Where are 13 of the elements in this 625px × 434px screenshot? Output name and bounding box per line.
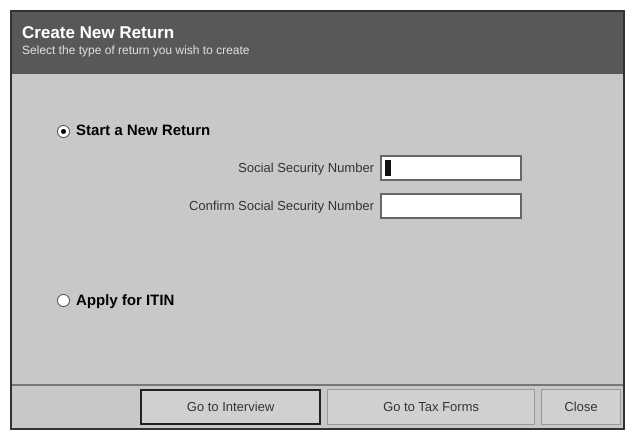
window-title: Create New Return [22,24,176,41]
input-field[interactable] [380,154,522,180]
dialog-button[interactable]: Go to Tax Forms [327,389,535,425]
input-field[interactable] [380,192,522,218]
radio-button[interactable] [57,124,70,138]
window-subtitle: Select the type of return you wish to create [22,44,250,56]
radio-option[interactable]: Apply for ITIN [57,290,623,312]
dialog-button[interactable]: Go to Interview [140,389,321,425]
radio-option[interactable]: Start a New Return [57,120,623,142]
dialog-button[interactable]: Close [541,389,621,425]
radio-button[interactable] [57,294,70,308]
field-label: Confirm Social Security Number [189,196,374,215]
field-label: Social Security Number [238,158,374,177]
